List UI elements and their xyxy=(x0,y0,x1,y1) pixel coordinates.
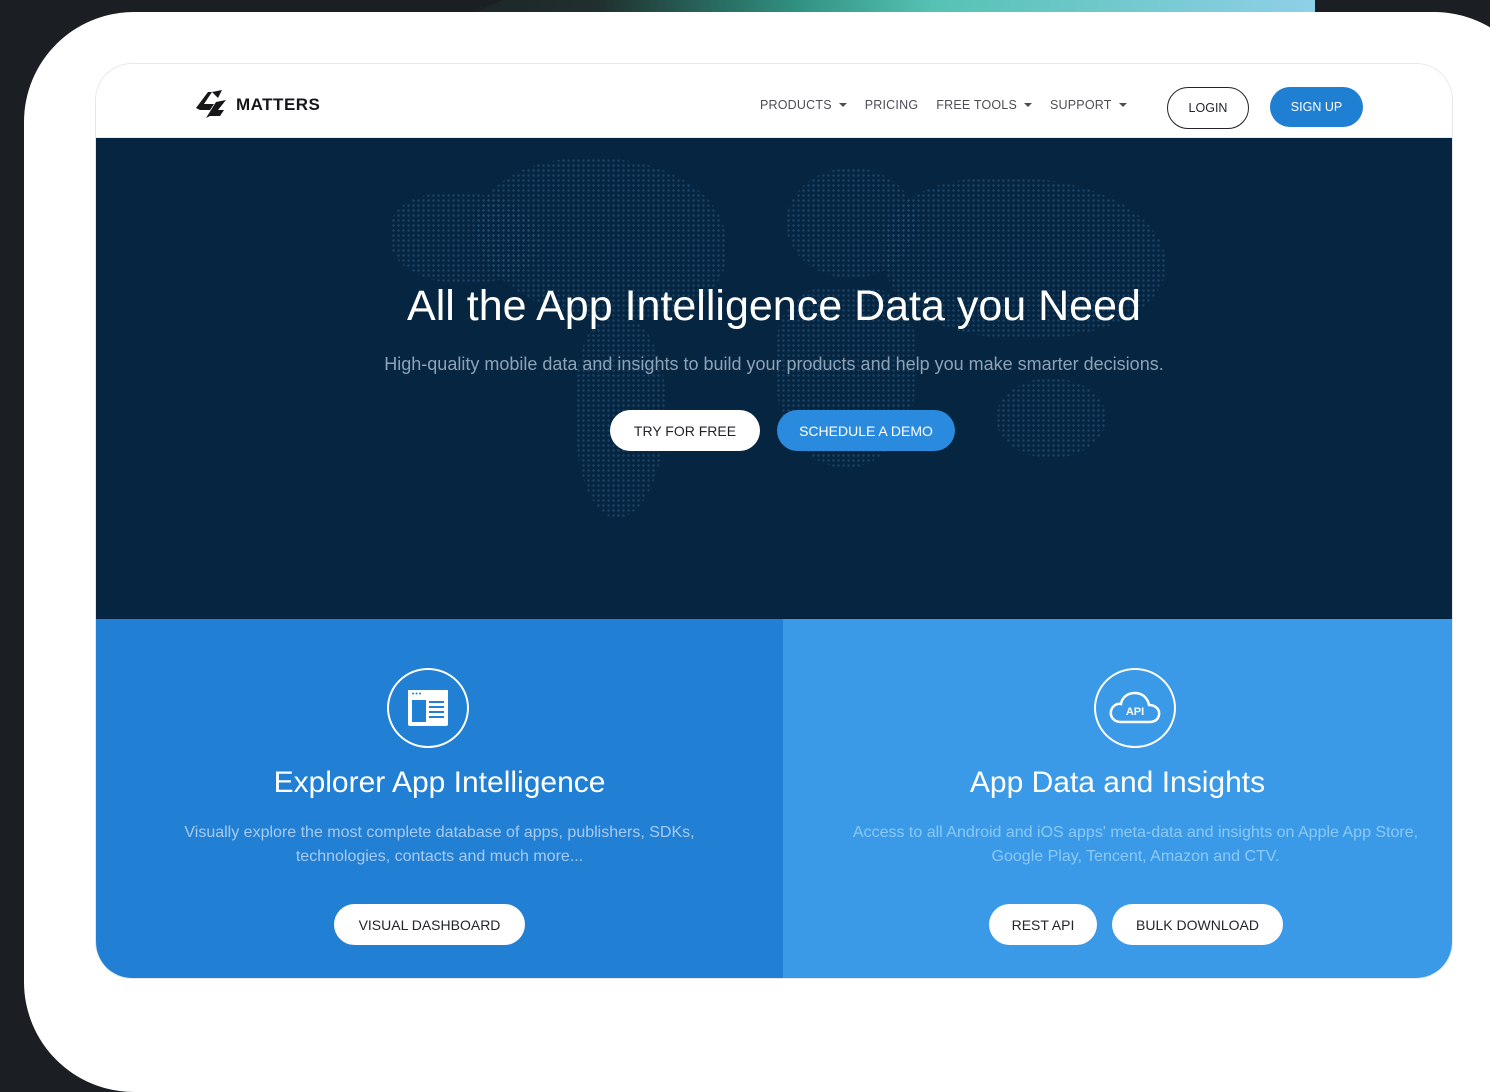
42-logo-icon xyxy=(196,90,226,118)
data-insights-title: App Data and Insights xyxy=(969,766,1266,799)
explorer-panel: Explorer App Intelligence Visually explo… xyxy=(96,619,783,978)
brand-name: MATTERS xyxy=(236,95,321,114)
nav-support[interactable]: SUPPORT xyxy=(1050,98,1127,112)
login-button[interactable]: LOGIN xyxy=(1167,87,1249,129)
website-screen: MATTERS PRODUCTS PRICING FREE TOOLS SUPP… xyxy=(96,64,1452,978)
dashboard-window-glyph xyxy=(408,690,448,726)
chevron-down-icon xyxy=(1023,103,1032,107)
nav-free-tools-label: FREE TOOLS xyxy=(936,98,1017,112)
visual-dashboard-button[interactable]: VISUAL DASHBOARD xyxy=(334,904,525,945)
bulk-download-button[interactable]: BULK DOWNLOAD xyxy=(1112,904,1283,945)
nav-pricing[interactable]: PRICING xyxy=(865,98,919,112)
nav-pricing-label: PRICING xyxy=(864,98,919,112)
schedule-demo-button[interactable]: SCHEDULE A DEMO xyxy=(777,410,955,451)
nav-free-tools[interactable]: FREE TOOLS xyxy=(936,98,1032,112)
brand-logo[interactable]: MATTERS xyxy=(192,88,320,122)
data-insights-description: Access to all Android and iOS apps' meta… xyxy=(852,824,1419,865)
nav-support-label: SUPPORT xyxy=(1049,98,1112,112)
chevron-down-icon xyxy=(838,103,847,107)
api-label: API xyxy=(1126,706,1144,718)
top-navbar: MATTERS PRODUCTS PRICING FREE TOOLS SUPP… xyxy=(96,64,1452,138)
nav-products-label: PRODUCTS xyxy=(760,98,832,112)
explorer-title: Explorer App Intelligence xyxy=(273,766,606,799)
try-for-free-button[interactable]: TRY FOR FREE xyxy=(610,410,760,451)
data-insights-panel: API App Data and Insights Access to all … xyxy=(783,619,1452,978)
dashboard-window-icon xyxy=(387,668,469,748)
world-map-dots xyxy=(996,378,1106,458)
hero-subtitle: High-quality mobile data and insights to… xyxy=(384,354,1164,374)
api-cloud-glyph: API xyxy=(1109,691,1161,724)
nav-products[interactable]: PRODUCTS xyxy=(760,98,847,112)
hero-title: All the App Intelligence Data you Need xyxy=(407,282,1141,330)
explorer-description: Visually explore the most complete datab… xyxy=(184,824,695,865)
hero-section: All the App Intelligence Data you Need H… xyxy=(96,138,1452,619)
api-cloud-icon: API xyxy=(1094,668,1176,748)
signup-button[interactable]: SIGN UP xyxy=(1270,87,1363,127)
rest-api-button[interactable]: REST API xyxy=(989,904,1097,945)
chevron-down-icon xyxy=(1118,103,1127,107)
main-menu: PRODUCTS PRICING FREE TOOLS SUPPORT xyxy=(760,98,1127,112)
